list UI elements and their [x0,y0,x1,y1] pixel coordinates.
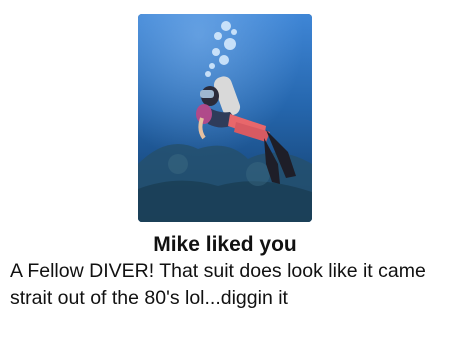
notification-title: Mike liked you [153,233,297,256]
notification-message: A Fellow DIVER! That suit does look like… [10,260,426,309]
like-notification-card[interactable]: Mike liked you A Fellow DIVER! That suit… [0,0,450,353]
diver-photo-illustration [138,14,312,222]
profile-photo[interactable] [138,14,312,222]
